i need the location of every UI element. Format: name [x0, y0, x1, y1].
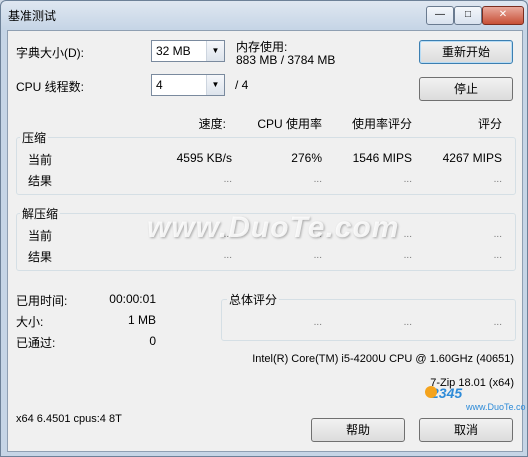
decompress-result-usage: ...: [403, 250, 412, 261]
watermark-corner-text: www.DuoTe.com: [465, 402, 526, 412]
cpu-usage-header: CPU 使用率: [257, 117, 322, 131]
elapsed-time-value: 00:00:01: [109, 292, 156, 306]
watermark-text: www.DuoTe.com: [147, 211, 400, 244]
help-button[interactable]: 帮助: [311, 418, 405, 442]
decompress-current-rating: ...: [493, 229, 502, 240]
stop-button[interactable]: 停止: [419, 77, 513, 101]
total-rating-usage: ...: [403, 317, 412, 328]
compress-current-cpu: 276%: [291, 151, 322, 165]
total-rating-cpu: ...: [313, 317, 322, 328]
total-rating-title: 总体评分: [227, 291, 280, 308]
compress-result-speed: ...: [223, 174, 232, 185]
compress-result-rating: ...: [493, 174, 502, 185]
system-info: x64 6.4501 cpus:4 8T: [16, 413, 122, 425]
compress-current-usage: 1546 MIPS: [352, 151, 412, 165]
decompress-title: 解压缩: [20, 205, 61, 222]
maximize-icon[interactable]: □: [454, 6, 482, 25]
size-label: 大小:: [16, 315, 44, 329]
total-rating-rating: ...: [493, 317, 502, 328]
cpu-threads-value: 4: [156, 78, 163, 92]
speed-header: 速度:: [198, 117, 226, 131]
title-bar[interactable]: 基准测试 — □ ✕: [1, 1, 527, 29]
decompress-result-rating: ...: [493, 250, 502, 261]
dict-size-value: 32 MB: [156, 44, 191, 58]
decompress-result-label: 结果: [28, 250, 53, 264]
cpu-threads-label: CPU 线程数:: [16, 80, 85, 94]
memory-usage-value: 883 MB / 3784 MB: [236, 53, 336, 67]
watermark-logo-icon: 2345 www.DuoTe.com: [425, 385, 526, 412]
compress-title: 压缩: [20, 129, 49, 146]
cancel-button[interactable]: 取消: [419, 418, 513, 442]
cpu-threads-max: / 4: [235, 78, 249, 92]
passed-value: 0: [149, 334, 156, 348]
compress-current-label: 当前: [28, 153, 53, 167]
cpu-threads-select[interactable]: 4 ▼: [151, 74, 225, 96]
size-value: 1 MB: [127, 313, 156, 327]
compress-result-label: 结果: [28, 174, 53, 188]
chevron-down-icon: ▼: [206, 41, 224, 61]
benchmark-window: 基准测试 — □ ✕ 字典大小(D): 32 MB ▼ 内存使用: 883 MB…: [0, 0, 528, 457]
compress-result-cpu: ...: [313, 174, 322, 185]
dict-size-label: 字典大小(D):: [16, 46, 84, 60]
elapsed-time-label: 已用时间:: [16, 294, 68, 308]
rating-header: 评分: [477, 117, 502, 131]
decompress-result-cpu: ...: [313, 250, 322, 261]
compress-current-rating: 4267 MIPS: [442, 151, 502, 165]
compress-group: [16, 137, 516, 195]
usage-rating-header: 使用率评分: [351, 117, 412, 131]
compress-result-usage: ...: [403, 174, 412, 185]
window-title: 基准测试: [8, 9, 57, 23]
restart-button[interactable]: 重新开始: [419, 40, 513, 64]
decompress-result-speed: ...: [223, 250, 232, 261]
cpu-info: Intel(R) Core(TM) i5-4200U CPU @ 1.60GHz…: [252, 353, 514, 365]
chevron-down-icon: ▼: [206, 75, 224, 95]
close-icon[interactable]: ✕: [482, 6, 524, 25]
dict-size-select[interactable]: 32 MB ▼: [151, 40, 225, 62]
compress-current-speed: 4595 KB/s: [176, 151, 232, 165]
decompress-current-label: 当前: [28, 229, 53, 243]
passed-label: 已通过:: [16, 336, 56, 350]
minimize-icon[interactable]: —: [426, 6, 454, 25]
